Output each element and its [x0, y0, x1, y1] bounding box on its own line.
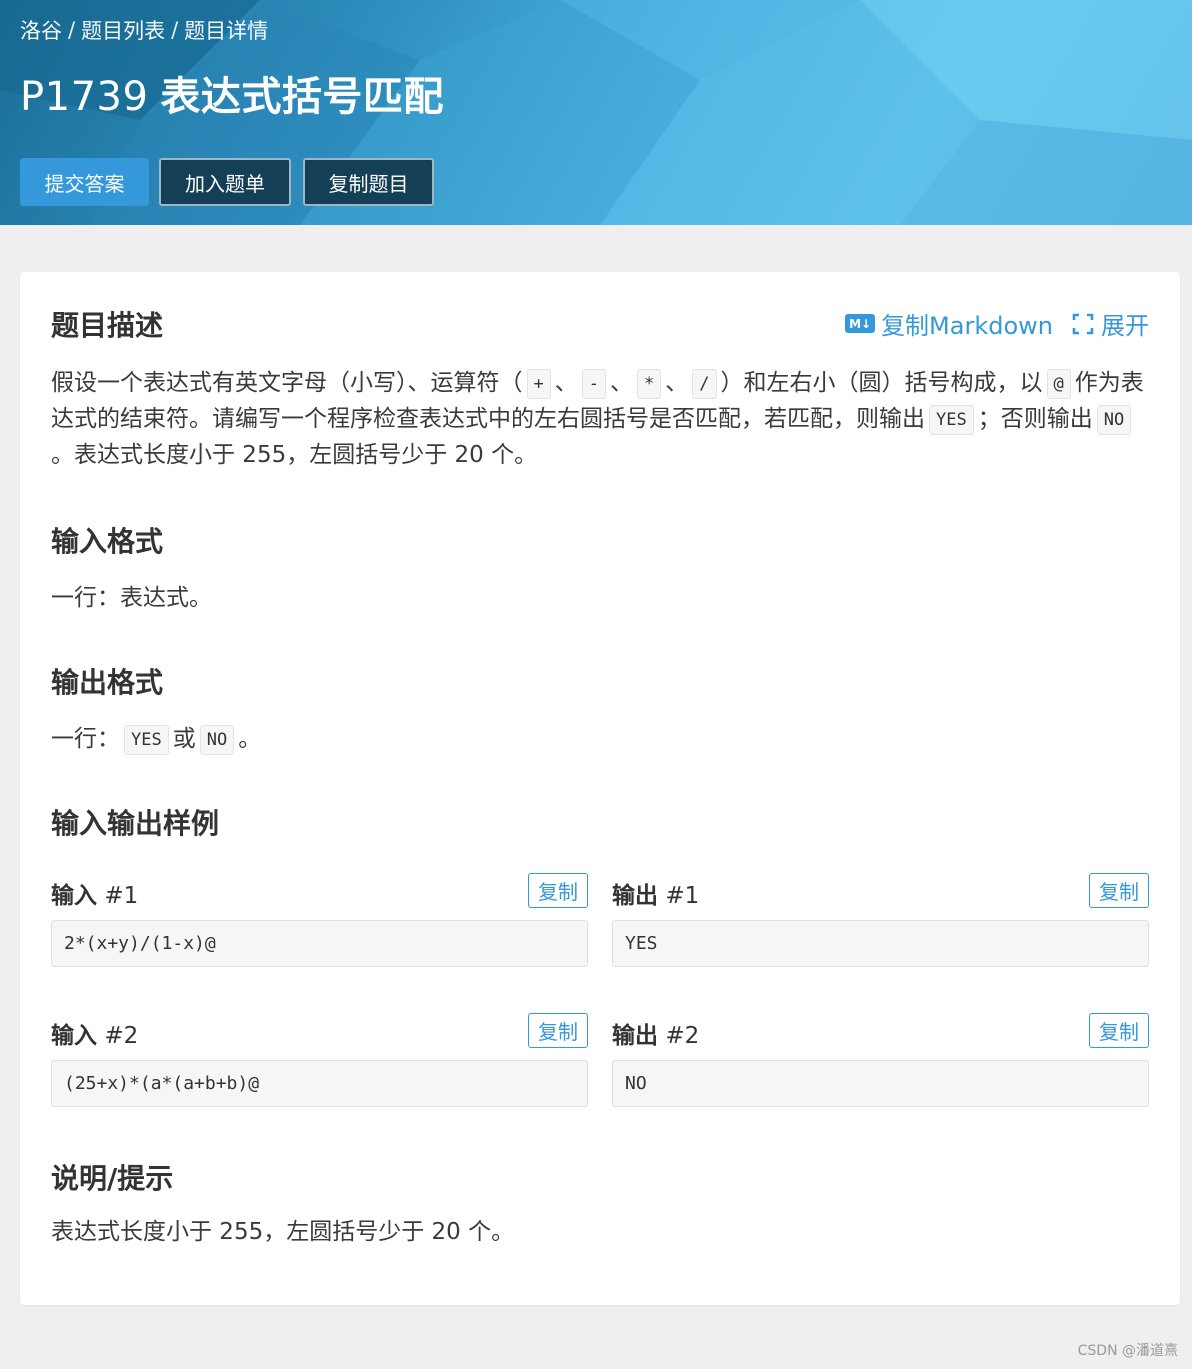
- problem-id: P1739: [20, 74, 149, 120]
- description-part: 假设一个表达式有英文字母（小写）、运算符（: [51, 370, 523, 396]
- inline-code: /: [692, 369, 717, 399]
- samples-heading: 输入输出样例: [51, 807, 220, 840]
- sample-number: #2: [665, 1023, 700, 1049]
- submit-answer-button[interactable]: 提交答案: [20, 158, 149, 206]
- output-format-part: 。: [238, 726, 262, 752]
- problem-title: 表达式括号匹配: [160, 74, 444, 120]
- input-format-heading: 输入格式: [51, 525, 164, 558]
- copy-markdown-label: 复制Markdown: [881, 312, 1053, 340]
- page-title: P1739 表达式括号匹配: [20, 64, 444, 122]
- description-part: ）和左右小（圆）括号构成，以: [720, 370, 1043, 396]
- input-format-text: 一行：表达式。: [51, 585, 212, 611]
- breadcrumb: 洛谷 / 题目列表 / 题目详情: [20, 15, 268, 45]
- breadcrumb-separator: /: [68, 18, 76, 42]
- sample-input-label: 输入 #1: [51, 876, 138, 910]
- description-text: 假设一个表达式有英文字母（小写）、运算符（ +、 -、 *、 / ）和左右小（圆）括号构成…: [51, 365, 1151, 473]
- output-format-text: 一行： YES 或 NO。: [51, 721, 1151, 757]
- problem-header-banner: 洛谷 / 题目列表 / 题目详情 P1739 表达式括号匹配 提交答案 加入题单…: [0, 0, 1192, 225]
- sample-input-label: 输入 #2: [51, 1016, 138, 1050]
- description-heading: 题目描述: [51, 309, 164, 342]
- inline-code: NO: [199, 725, 235, 755]
- copy-sample-input-button[interactable]: 复制: [528, 1013, 588, 1048]
- copy-sample-output-button[interactable]: 复制: [1089, 1013, 1149, 1048]
- sample-input-box[interactable]: (25+x)*(a*(a+b+b)@: [51, 1060, 588, 1107]
- markdown-icon: M↓: [845, 314, 876, 333]
- sample-output-box[interactable]: NO: [612, 1060, 1149, 1107]
- problem-content-card: M↓ 复制Markdown 展开 题目描述 假设一个表达式有英文字母（小写）、运…: [20, 272, 1180, 1305]
- watermark: CSDN @潘道熹: [1077, 1343, 1178, 1359]
- hint-text: 表达式长度小于 255，左圆括号少于 20 个。: [51, 1219, 515, 1245]
- description-part: ；否则输出: [977, 406, 1093, 432]
- inline-code: @: [1046, 369, 1071, 399]
- expand-icon: [1072, 313, 1094, 334]
- inline-code: YES: [124, 725, 169, 755]
- sample-output-label: 输出 #1: [612, 876, 699, 910]
- sample-output-label: 输出 #2: [612, 1016, 699, 1050]
- description-part: 、: [610, 370, 633, 396]
- inline-code: -: [581, 369, 606, 399]
- inline-code: YES: [929, 405, 974, 435]
- sample-input-label-text: 输入: [51, 883, 97, 909]
- sample-number: #1: [665, 883, 700, 909]
- breadcrumb-current: 题目详情: [184, 19, 269, 43]
- problem-tools: M↓ 复制Markdown 展开: [845, 306, 1149, 341]
- description-part: 。表达式长度小于 255，左圆括号少于 20 个。: [51, 442, 538, 468]
- sample-input-label-text: 输入: [51, 1023, 97, 1049]
- copy-sample-input-button[interactable]: 复制: [528, 873, 588, 908]
- add-to-problem-list-button[interactable]: 加入题单: [159, 158, 291, 206]
- copy-problem-button[interactable]: 复制题目: [303, 158, 434, 206]
- breadcrumb-separator: /: [171, 18, 179, 42]
- description-part: 、: [554, 370, 578, 396]
- sample-input-box[interactable]: 2*(x+y)/(1-x)@: [51, 920, 588, 967]
- breadcrumb-home-link[interactable]: 洛谷: [20, 15, 62, 45]
- sample-output-box[interactable]: YES: [612, 920, 1149, 967]
- inline-code: +: [526, 369, 551, 399]
- expand-label: 展开: [1101, 312, 1149, 340]
- inline-code: *: [637, 369, 662, 399]
- sample-output-label-text: 输出: [612, 883, 658, 909]
- output-format-part: 或: [172, 726, 196, 752]
- breadcrumb-problem-list-link[interactable]: 题目列表: [81, 15, 165, 45]
- hint-heading: 说明/提示: [51, 1162, 174, 1195]
- copy-markdown-button[interactable]: M↓ 复制Markdown: [845, 306, 1053, 341]
- output-format-part: 一行：: [51, 726, 120, 752]
- output-format-heading: 输出格式: [51, 666, 164, 699]
- expand-button[interactable]: 展开: [1071, 306, 1149, 341]
- inline-code: NO: [1096, 405, 1132, 435]
- sample-number: #1: [104, 883, 139, 909]
- sample-number: #2: [104, 1023, 139, 1049]
- copy-sample-output-button[interactable]: 复制: [1089, 873, 1149, 908]
- sample-output-label-text: 输出: [612, 1023, 658, 1049]
- description-part: 、: [665, 370, 689, 396]
